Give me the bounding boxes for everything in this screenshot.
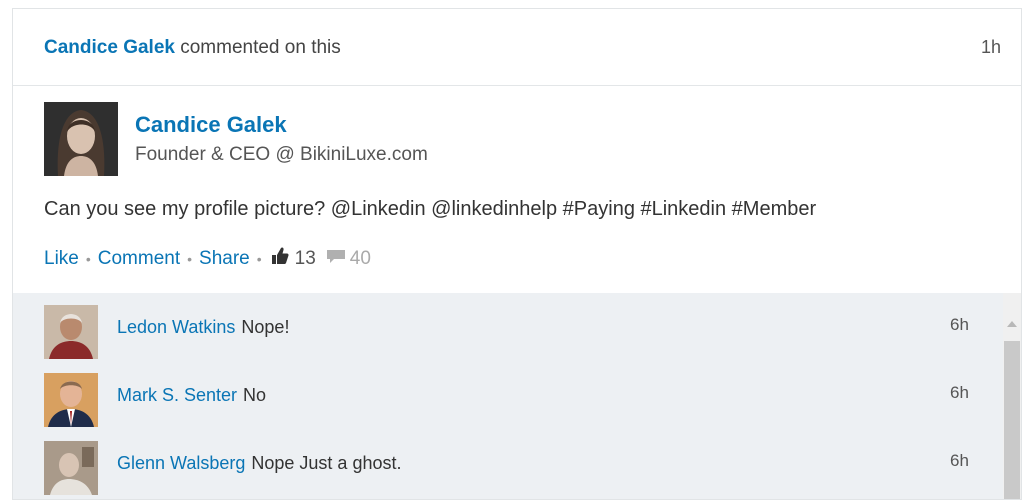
share-button[interactable]: Share <box>199 248 250 270</box>
post-text: Can you see my profile picture? @Linkedi… <box>44 198 817 220</box>
comment-text: Nope Just a ghost. <box>251 453 402 473</box>
commenter-name-link[interactable]: Ledon Watkins <box>117 317 235 337</box>
activity-text: Candice Galek commented on this <box>44 37 341 59</box>
likes-count[interactable]: 13 <box>295 248 316 270</box>
author-avatar[interactable] <box>44 102 118 176</box>
feed-update-card: Candice Galek commented on this 1h Candi… <box>12 8 1022 500</box>
activity-actor-link[interactable]: Candice Galek <box>44 37 175 58</box>
scrollbar-thumb[interactable] <box>1004 341 1020 499</box>
separator: • <box>256 250 262 267</box>
separator: • <box>85 250 91 267</box>
commenter-avatar[interactable] <box>44 441 98 495</box>
comments-scrollbar[interactable] <box>1003 293 1021 499</box>
comment-body: Mark S. Senter No <box>117 385 266 406</box>
comment-body: Ledon Watkins Nope! <box>117 317 289 338</box>
comments-list: Ledon Watkins Nope! 6h Mark S. Senter No 6… <box>13 293 1021 499</box>
activity-action: commented on this <box>180 37 341 58</box>
comment-time: 6h <box>950 315 969 334</box>
commenter-avatar[interactable] <box>44 305 98 359</box>
activity-header: Candice Galek commented on this 1h <box>13 9 1021 86</box>
comment-text: Nope! <box>241 317 290 337</box>
author-name-link[interactable]: Candice Galek <box>135 112 287 138</box>
comment-item: Mark S. Senter No 6h <box>13 361 1003 427</box>
scroll-up-arrow-icon[interactable] <box>1007 321 1017 327</box>
comment-time: 6h <box>950 451 969 470</box>
commenter-avatar[interactable] <box>44 373 98 427</box>
comment-button[interactable]: Comment <box>98 248 180 270</box>
speech-bubble-icon[interactable] <box>326 248 346 270</box>
author-headline: Founder & CEO @ BikiniLuxe.com <box>135 144 428 165</box>
activity-time: 1h <box>980 37 1001 57</box>
comment-body: Glenn Walsberg Nope Just a ghost. <box>117 453 401 474</box>
thumbs-up-icon[interactable] <box>271 246 289 271</box>
post: Candice Galek Founder & CEO @ BikiniLuxe… <box>13 86 1021 293</box>
comments-count[interactable]: 40 <box>350 248 371 270</box>
comment-item: Ledon Watkins Nope! 6h <box>13 293 1003 359</box>
comment-time: 6h <box>950 383 969 402</box>
separator: • <box>187 250 193 267</box>
comment-text: No <box>243 385 267 405</box>
like-button[interactable]: Like <box>44 248 79 270</box>
commenter-name-link[interactable]: Mark S. Senter <box>117 385 237 405</box>
commenter-name-link[interactable]: Glenn Walsberg <box>117 453 245 473</box>
comment-item: Glenn Walsberg Nope Just a ghost. 6h <box>13 429 1003 495</box>
post-actions: Like • Comment • Share • 13 40 <box>44 246 371 271</box>
